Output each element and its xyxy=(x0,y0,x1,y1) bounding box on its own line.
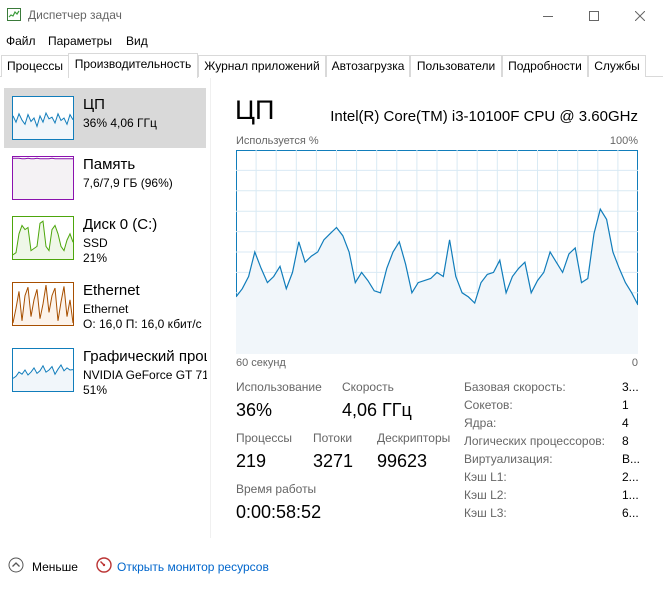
handles-label: Дескрипторы xyxy=(377,431,451,445)
sidebar-item-line2: 51% xyxy=(83,383,108,397)
menu-view[interactable]: Вид xyxy=(126,34,148,48)
menu-options[interactable]: Параметры xyxy=(48,34,112,48)
processes-value: 219 xyxy=(236,451,267,471)
uptime-label: Время работы xyxy=(236,482,317,496)
spec-label-l3-cache: Кэш L3: xyxy=(464,506,507,520)
spec-label-l1-cache: Кэш L1: xyxy=(464,470,507,484)
disk-thumbnail-graph xyxy=(12,216,74,260)
threads-label: Потоки xyxy=(313,431,353,445)
spec-label-virtualization: Виртуализация: xyxy=(464,452,553,466)
footer-bar: Меньше Открыть монитор ресурсов xyxy=(0,552,663,582)
maximize-button[interactable] xyxy=(571,0,617,31)
sidebar-item-gpu[interactable]: Графический процессор 0 NVIDIA GeForce G… xyxy=(4,340,207,400)
sidebar-item-line2: О: 16,0 П: 16,0 кбит/с xyxy=(83,317,202,331)
title-bar: Диспетчер задач xyxy=(0,0,663,31)
thumbnail-area xyxy=(13,158,73,199)
sidebar-item-title: ЦП xyxy=(83,96,105,113)
tab-processes[interactable]: Процессы xyxy=(1,55,69,77)
tab-app-history[interactable]: Журнал приложений xyxy=(198,55,326,77)
sidebar-item-line1: 7,6/7,9 ГБ (96%) xyxy=(83,176,173,190)
spec-label-l2-cache: Кэш L2: xyxy=(464,488,507,502)
sidebar-item-line1: NVIDIA GeForce GT 710 xyxy=(83,368,207,382)
graph-y-max-label: 100% xyxy=(609,135,638,147)
speed-value: 4,06 ГГц xyxy=(342,400,412,420)
sidebar-item-title: Ethernet xyxy=(83,282,140,299)
spec-value-logical-processors: 8 xyxy=(622,434,629,448)
speed-label: Скорость xyxy=(342,380,394,394)
sidebar-item-title: Графический процессор 0 xyxy=(83,348,207,365)
minimize-icon xyxy=(543,15,553,17)
open-resource-monitor-link[interactable]: Открыть монитор ресурсов xyxy=(117,560,269,574)
page-title: ЦП xyxy=(235,95,275,125)
maximize-icon xyxy=(589,10,599,21)
tab-users[interactable]: Пользователи xyxy=(410,55,502,77)
cpu-thumbnail-graph xyxy=(12,96,74,140)
tab-services[interactable]: Службы xyxy=(588,55,646,77)
resource-monitor-icon xyxy=(96,557,112,573)
graph-time-end-label: 0 xyxy=(631,357,638,369)
sidebar-item-title: Память xyxy=(83,156,136,173)
spec-value-virtualization: В... xyxy=(622,452,641,466)
spec-value-l2-cache: 1... xyxy=(622,488,639,502)
menu-bar: Файл Параметры Вид xyxy=(0,31,663,53)
sidebar-item-title: Диск 0 (C:) xyxy=(83,216,158,233)
close-icon xyxy=(635,10,645,21)
handles-value: 99623 xyxy=(377,451,428,471)
spec-value-sockets: 1 xyxy=(622,398,629,412)
sidebar-item-cpu[interactable]: ЦП 36% 4,06 ГГц xyxy=(4,88,206,148)
usage-label: Использование xyxy=(236,380,322,394)
tab-startup[interactable]: Автозагрузка xyxy=(326,55,410,77)
spec-value-base-speed: 3... xyxy=(622,380,639,394)
threads-value: 3271 xyxy=(313,451,354,471)
graph-y-label: Используется % xyxy=(236,135,319,147)
fewer-details-button[interactable]: Меньше xyxy=(32,560,78,574)
spec-value-l3-cache: 6... xyxy=(622,506,639,520)
ethernet-thumbnail-graph xyxy=(12,282,74,326)
spec-label-logical-processors: Логических процессоров: xyxy=(464,434,605,448)
close-button[interactable] xyxy=(617,0,663,31)
window-title: Диспетчер задач xyxy=(28,8,122,22)
uptime-value: 0:00:58:52 xyxy=(236,502,322,522)
gpu-thumbnail-graph xyxy=(12,348,74,392)
spec-value-l1-cache: 2... xyxy=(622,470,639,484)
resource-sidebar: ЦП 36% 4,06 ГГц Память 7,6/7,9 ГБ (96%) … xyxy=(0,78,210,538)
sidebar-item-line1: 36% 4,06 ГГц xyxy=(83,116,157,130)
cpu-details-panel: ЦП Intel(R) Core(TM) i3-10100F CPU @ 3.6… xyxy=(211,78,663,538)
usage-value: 36% xyxy=(236,400,273,420)
cpu-model-name: Intel(R) Core(TM) i3-10100F CPU @ 3.60GH… xyxy=(330,108,638,125)
tab-bar: Процессы Производительность Журнал прило… xyxy=(0,53,663,78)
sidebar-item-ethernet[interactable]: Ethernet Ethernet О: 16,0 П: 16,0 кбит/с xyxy=(4,274,206,334)
memory-thumbnail-graph xyxy=(12,156,74,200)
spec-label-cores: Ядра: xyxy=(464,416,497,430)
tab-performance[interactable]: Производительность xyxy=(68,53,198,78)
sidebar-item-memory[interactable]: Память 7,6/7,9 ГБ (96%) xyxy=(4,148,206,208)
task-manager-icon xyxy=(7,8,21,21)
sidebar-item-line2: 21% xyxy=(83,251,108,265)
spec-value-cores: 4 xyxy=(622,416,629,430)
menu-file[interactable]: Файл xyxy=(6,34,36,48)
sidebar-item-line1: SSD xyxy=(83,236,108,250)
chevron-up-circle-icon[interactable] xyxy=(8,557,24,573)
spec-label-sockets: Сокетов: xyxy=(464,398,513,412)
sidebar-item-line1: Ethernet xyxy=(83,302,129,316)
cpu-usage-graph[interactable] xyxy=(236,150,638,354)
minimize-button[interactable] xyxy=(525,0,571,31)
sidebar-item-disk[interactable]: Диск 0 (C:) SSD 21% xyxy=(4,208,206,268)
processes-label: Процессы xyxy=(236,431,293,445)
spec-label-base-speed: Базовая скорость: xyxy=(464,380,566,394)
tab-details[interactable]: Подробности xyxy=(502,55,588,77)
graph-time-span-label: 60 секунд xyxy=(236,357,286,369)
